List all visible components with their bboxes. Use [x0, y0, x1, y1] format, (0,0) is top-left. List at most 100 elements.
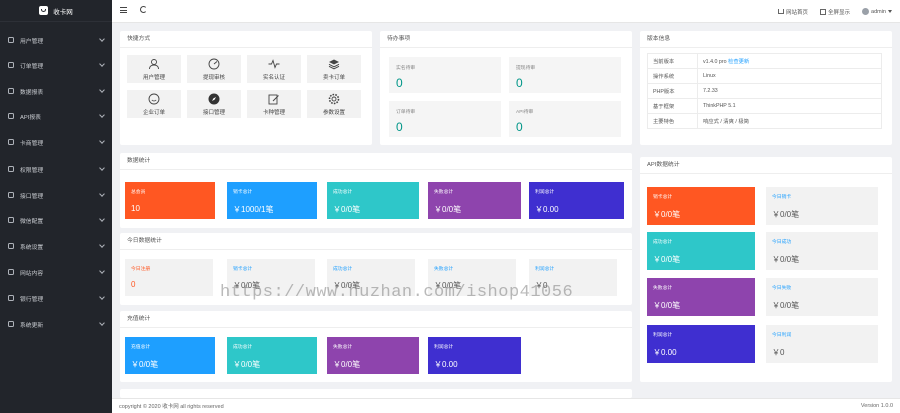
version-label: Version 1.0.0 [860, 403, 893, 409]
smile-icon [147, 92, 161, 105]
api-card-profit: 利润总计 ￥0.00 [647, 325, 755, 363]
sidebar-item-update[interactable]: 系统更新 [0, 317, 112, 331]
logo-icon [39, 6, 49, 15]
sidebar-item-interface[interactable]: 接口管理 [0, 188, 112, 202]
layers-icon [327, 57, 341, 70]
quick-interface-manage[interactable]: 接口管理 [187, 90, 241, 118]
table-row: 主要特色 响应式 / 清爽 / 极简 [647, 113, 882, 129]
sidebar-item-user[interactable]: 用户管理 [0, 33, 112, 47]
pending-realname[interactable]: 实名待审 0 [389, 57, 501, 93]
stat-card-profit: 利润总计 ￥0.00 [529, 182, 624, 219]
table-row: 当前版本 v1.4.0 pro 检查更新 [647, 53, 882, 69]
user-menu[interactable]: admin [862, 8, 892, 15]
stat-card-members: 总会员 10 [125, 182, 215, 219]
bank-icon [8, 295, 14, 301]
chevron-down-icon [99, 294, 105, 300]
quick-user-manage[interactable]: 用户管理 [127, 55, 181, 83]
sidebar-item-order[interactable]: 订单管理 [0, 58, 112, 72]
panel-title: 快捷方式 [120, 31, 372, 48]
watermark: https://www.huzhan.com/ishop41056 [220, 283, 574, 302]
chevron-down-icon [99, 61, 105, 67]
api-today-failed: 今日失败 ￥0/0笔 [766, 278, 878, 316]
api-card-failed: 失败总计 ￥0/0笔 [647, 278, 755, 316]
avatar [862, 8, 870, 15]
user-icon [147, 57, 161, 70]
panel-title: 数据统计 [120, 153, 632, 170]
gear-icon [327, 92, 341, 105]
chevron-down-icon [99, 112, 105, 118]
panel-title: 待办事项 [380, 31, 632, 48]
panel-title: 今日数据统计 [120, 233, 632, 250]
table-row: 操作系统 Linux [647, 68, 882, 84]
quick-withdraw-review[interactable]: 提现审核 [187, 55, 241, 83]
chevron-down-icon [99, 242, 105, 248]
content-icon [8, 269, 14, 275]
api-stats-panel: API数据统计 销卡总计 ￥0/0笔 今日销卡 ￥0/0笔 成功总计 ￥0/0笔 今日… [640, 157, 892, 382]
stat-card-failed: 失败总计 ￥0/0笔 [428, 182, 521, 219]
sidebar-item-bank[interactable]: 银行管理 [0, 291, 112, 305]
sidebar-item-card-merchant[interactable]: 卡商管理 [0, 135, 112, 149]
copyright: copyright © 2020 收卡网 all rights reserved [119, 404, 224, 410]
fullscreen-button[interactable]: 全屏显示 [820, 8, 850, 16]
recharge-card-success: 成功总计 ￥0/0笔 [227, 337, 317, 374]
quick-enterprise-orders[interactable]: 企业订单 [127, 90, 181, 118]
chevron-down-icon [99, 268, 105, 274]
sidebar-item-settings[interactable]: 系统设置 [0, 239, 112, 253]
api-report-icon [8, 113, 14, 119]
logo[interactable]: 收卡网 [0, 0, 112, 22]
permission-icon [8, 166, 14, 172]
home-link[interactable]: 网站首页 [777, 8, 808, 16]
today-card-register: 今日注册 0 [125, 259, 213, 296]
pulse-icon [267, 57, 281, 70]
pending-api[interactable]: API待审 0 [509, 101, 621, 137]
chevron-down-icon [99, 36, 105, 42]
panel-title: 充值统计 [120, 311, 632, 328]
topbar: 网站首页 全屏显示 admin [112, 0, 900, 23]
pending-panel: 待办事项 实名待审 0 提现待审 0 订单待审 0 API待审 0 [380, 31, 632, 145]
sidebar-item-permission[interactable]: 权限管理 [0, 162, 112, 176]
sidebar-item-report[interactable]: 数据报表 [0, 84, 112, 98]
quick-param-settings[interactable]: 参数设置 [307, 90, 361, 118]
footer: copyright © 2020 收卡网 all rights reserved… [112, 398, 900, 413]
refresh-icon[interactable] [140, 6, 147, 13]
check-update-link[interactable]: 检查更新 [728, 59, 749, 65]
sidebar-item-content[interactable]: 网站内容 [0, 265, 112, 279]
recharge-card-total: 充值总计 ￥0/0笔 [125, 337, 215, 374]
sidebar: 收卡网 用户管理 订单管理 数据报表 API报表 卡商管理 权限管理 接口管理 … [0, 0, 112, 413]
version-table: 当前版本 v1.4.0 pro 检查更新 操作系统 Linux PHP版本 7.2.3… [647, 53, 882, 129]
caret-down-icon [888, 10, 892, 13]
partial-panel [120, 389, 632, 398]
recharge-card-failed: 失败总计 ￥0/0笔 [327, 337, 419, 374]
quick-sell-card-orders[interactable]: 卖卡订单 [307, 55, 361, 83]
chevron-down-icon [99, 165, 105, 171]
pending-order[interactable]: 订单待审 0 [389, 101, 501, 137]
sidebar-item-wechat[interactable]: 微信配置 [0, 213, 112, 227]
api-card-success: 成功总计 ￥0/0笔 [647, 232, 755, 270]
chevron-down-icon [99, 320, 105, 326]
settings-icon [8, 243, 14, 249]
api-today-profit: 今日利润 ￥0 [766, 325, 878, 363]
pending-withdraw[interactable]: 提现待审 0 [509, 57, 621, 93]
api-today-sold: 今日销卡 ￥0/0笔 [766, 187, 878, 225]
order-icon [8, 62, 14, 68]
recharge-card-profit: 利润总计 ￥0.00 [428, 337, 521, 374]
update-icon [8, 321, 14, 327]
chevron-down-icon [99, 138, 105, 144]
chevron-down-icon [99, 87, 105, 93]
quick-realname-auth[interactable]: 实名认证 [247, 55, 301, 83]
interface-icon [8, 192, 14, 198]
user-icon [8, 37, 14, 43]
compass-icon [207, 92, 221, 105]
quick-card-type-manage[interactable]: 卡种管理 [247, 90, 301, 118]
brand-name: 收卡网 [53, 8, 73, 16]
chevron-down-icon [99, 216, 105, 222]
version-panel: 版本信息 当前版本 v1.4.0 pro 检查更新 操作系统 Linux PHP版本… [640, 31, 892, 145]
home-icon [777, 9, 784, 14]
menu-toggle-icon[interactable] [120, 6, 127, 13]
table-row: 基于框架 ThinkPHP 5.1 [647, 98, 882, 114]
api-today-success: 今日成功 ￥0/0笔 [766, 232, 878, 270]
edit-icon [267, 92, 281, 105]
card-merchant-icon [8, 139, 14, 145]
report-icon [8, 88, 14, 94]
sidebar-item-api-report[interactable]: API报表 [0, 109, 112, 123]
